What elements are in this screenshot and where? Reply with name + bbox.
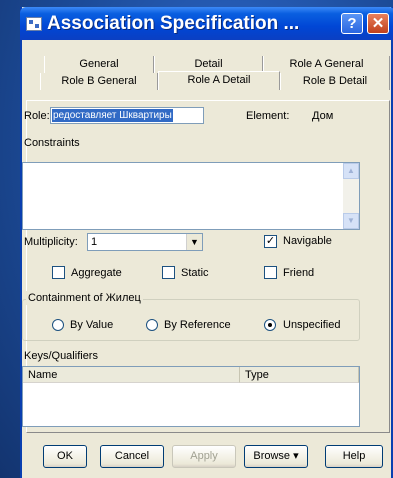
tab-role-b-detail[interactable]: Role B Detail — [280, 73, 390, 90]
title-bar[interactable]: Association Specification ... ? ✕ — [20, 7, 393, 40]
multiplicity-value: 1 — [91, 236, 98, 248]
friend-label: Friend — [283, 267, 315, 279]
cancel-button[interactable]: Cancel — [100, 445, 164, 468]
chevron-down-icon[interactable]: ▼ — [186, 234, 202, 250]
column-header-name[interactable]: Name — [23, 367, 240, 383]
static-checkbox[interactable] — [162, 266, 175, 279]
keys-qualifiers-list[interactable]: Name Type — [22, 366, 360, 427]
multiplicity-label: Multiplicity: — [24, 236, 78, 248]
tab-role-a-general[interactable]: Role A General — [263, 56, 390, 73]
friend-checkbox[interactable] — [264, 266, 277, 279]
tab-general[interactable]: General — [44, 56, 154, 73]
static-label: Static — [181, 267, 209, 279]
column-header-type[interactable]: Type — [240, 367, 359, 383]
help-button[interactable]: Help — [325, 445, 383, 468]
multiplicity-dropdown[interactable]: 1 ▼ — [87, 233, 203, 251]
role-name-value: редоставляет Шквартиры — [52, 109, 173, 122]
by-value-label: By Value — [70, 319, 114, 331]
help-icon[interactable]: ? — [341, 13, 363, 34]
aggregate-label: Aggregate — [71, 267, 122, 279]
tab-role-b-general[interactable]: Role B General — [40, 73, 158, 90]
dialog-icon — [26, 17, 42, 31]
apply-button[interactable]: Apply — [172, 445, 236, 468]
element-value: Дом — [312, 110, 334, 122]
window-title: Association Specification ... — [47, 13, 300, 34]
role-label: Role: — [24, 110, 50, 122]
navigable-checkbox[interactable]: ✓ — [264, 235, 277, 248]
constraints-label: Constraints — [24, 137, 80, 149]
keys-qualifiers-label: Keys/Qualifiers — [24, 350, 98, 362]
scroll-down-icon[interactable]: ▼ — [343, 213, 359, 229]
navigable-label: Navigable — [283, 235, 332, 247]
by-reference-label: By Reference — [164, 319, 231, 331]
browse-button[interactable]: Browse ▾ — [244, 445, 308, 468]
role-name-field[interactable]: редоставляет Шквартиры — [50, 107, 204, 124]
constraints-scrollbar[interactable]: ▲ ▼ — [343, 163, 359, 229]
tab-role-a-detail[interactable]: Role A Detail — [158, 71, 280, 90]
tab-row-front: Role B General Role A Detail Role B Deta… — [40, 71, 390, 90]
close-icon[interactable]: ✕ — [367, 13, 389, 34]
constraints-textarea[interactable]: ▲ ▼ — [22, 162, 360, 230]
unspecified-label: Unspecified — [283, 319, 341, 331]
ok-button[interactable]: OK — [43, 445, 87, 468]
by-reference-radio[interactable] — [146, 319, 158, 331]
unspecified-radio[interactable] — [264, 319, 276, 331]
containment-title: Containment of Жилец — [26, 291, 143, 305]
element-label: Element: — [246, 110, 290, 122]
by-value-radio[interactable] — [52, 319, 64, 331]
scroll-up-icon[interactable]: ▲ — [343, 163, 359, 179]
aggregate-checkbox[interactable] — [52, 266, 65, 279]
